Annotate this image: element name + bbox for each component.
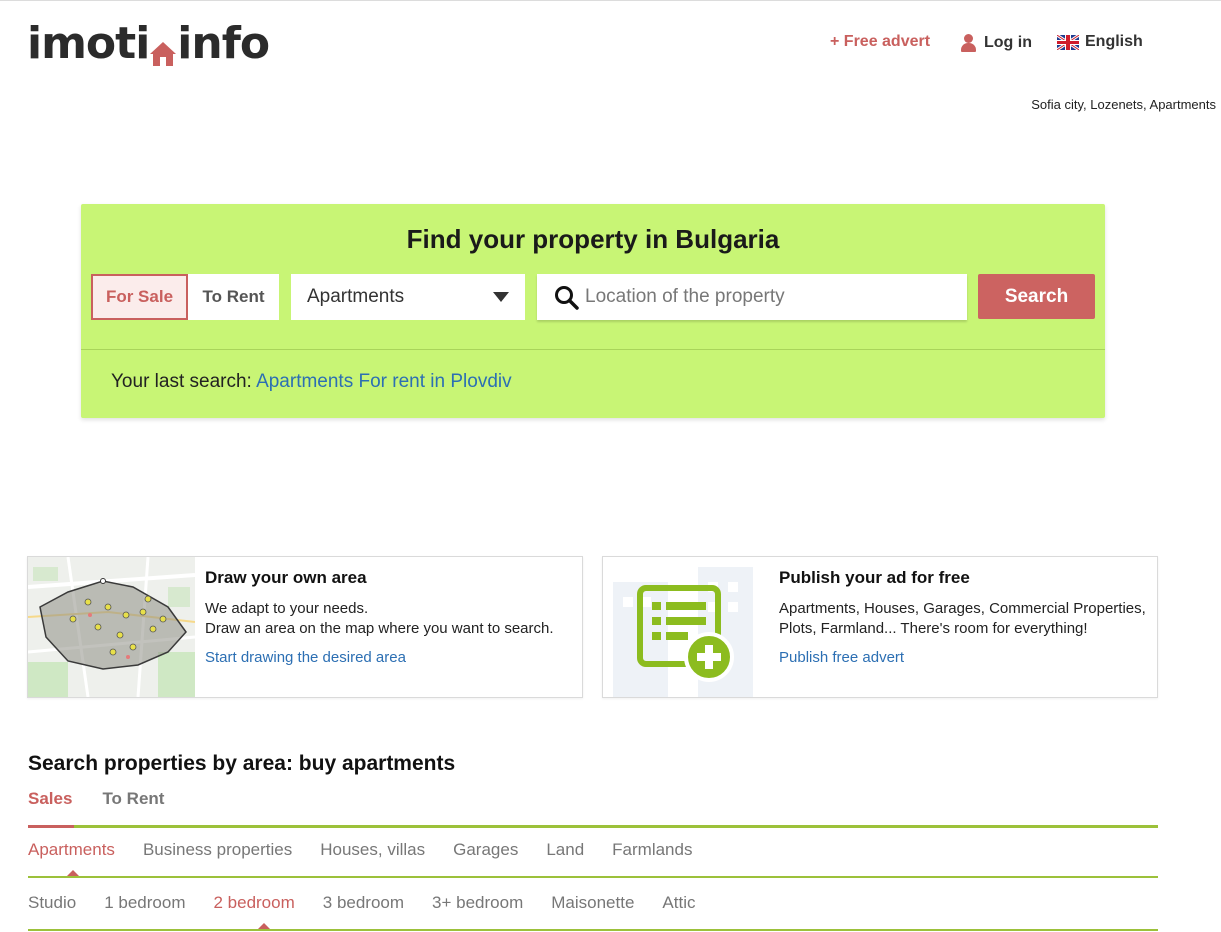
house-icon bbox=[150, 36, 177, 66]
tab-to-rent[interactable]: To Rent bbox=[188, 274, 279, 320]
last-search-label: Your last search: bbox=[111, 371, 252, 392]
language-selector[interactable]: English bbox=[1057, 33, 1143, 51]
tab-for-sale[interactable]: For Sale bbox=[91, 274, 188, 320]
search-icon bbox=[555, 286, 579, 310]
draw-area-line2: Draw an area on the map where you want t… bbox=[205, 620, 554, 637]
room-3-bedroom[interactable]: 3 bedroom bbox=[323, 893, 404, 913]
room-maisonette[interactable]: Maisonette bbox=[551, 893, 634, 913]
breadcrumb[interactable]: Sofia city, Lozenets, Apartments bbox=[1031, 97, 1216, 112]
property-type-select[interactable]: Apartments bbox=[291, 274, 525, 320]
uk-flag-icon bbox=[1057, 34, 1079, 50]
draw-area-line1: We adapt to your needs. bbox=[205, 600, 369, 617]
login-link[interactable]: Log in bbox=[960, 33, 1032, 52]
property-type-row: Apartments Business properties Houses, v… bbox=[28, 840, 720, 860]
search-button[interactable]: Search bbox=[978, 274, 1095, 319]
login-label: Log in bbox=[984, 33, 1032, 51]
type-apartments[interactable]: Apartments bbox=[28, 840, 115, 860]
room-studio[interactable]: Studio bbox=[28, 893, 76, 913]
room-3plus-bedroom[interactable]: 3+ bedroom bbox=[432, 893, 523, 913]
property-type-value: Apartments bbox=[307, 286, 405, 307]
site-logo[interactable]: imoti info bbox=[27, 18, 270, 69]
tab-sales[interactable]: Sales bbox=[28, 789, 72, 809]
type-business-properties[interactable]: Business properties bbox=[143, 840, 292, 860]
free-advert-link[interactable]: + Free advert bbox=[830, 33, 930, 51]
map-thumbnail[interactable] bbox=[28, 557, 195, 697]
publish-illustration bbox=[603, 557, 762, 697]
mode-selected-indicator bbox=[28, 825, 74, 828]
room-selected-pointer bbox=[258, 923, 270, 929]
search-divider bbox=[81, 349, 1105, 350]
draw-area-title: Draw your own area bbox=[205, 568, 367, 587]
deal-type-tabs: For Sale To Rent bbox=[91, 274, 279, 320]
user-icon bbox=[960, 33, 977, 52]
start-drawing-link[interactable]: Start drawing the desired area bbox=[205, 649, 575, 666]
last-search: Your last search: Apartments For rent in… bbox=[111, 371, 512, 393]
room-type-row: Studio 1 bedroom 2 bedroom 3 bedroom 3+ … bbox=[28, 893, 723, 913]
search-panel: Find your property in Bulgaria For Sale … bbox=[81, 204, 1105, 418]
tab-to-rent-area[interactable]: To Rent bbox=[102, 789, 164, 809]
room-2-bedroom[interactable]: 2 bedroom bbox=[213, 893, 294, 913]
logo-text-imoti: imoti bbox=[27, 18, 150, 69]
type-land[interactable]: Land bbox=[546, 840, 584, 860]
apartments-selected-pointer bbox=[67, 870, 79, 876]
type-houses-villas[interactable]: Houses, villas bbox=[320, 840, 425, 860]
property-type-divider bbox=[28, 876, 1158, 878]
language-label: English bbox=[1085, 33, 1143, 50]
location-input[interactable] bbox=[585, 274, 955, 320]
room-attic[interactable]: Attic bbox=[662, 893, 695, 913]
logo-text-info: info bbox=[177, 18, 270, 69]
location-field bbox=[537, 274, 967, 320]
map-image bbox=[28, 557, 195, 697]
caret-down-icon bbox=[493, 292, 509, 302]
publish-ad-description: Apartments, Houses, Garages, Commercial … bbox=[779, 600, 1146, 637]
mode-tabs: Sales To Rent bbox=[28, 789, 194, 809]
type-garages[interactable]: Garages bbox=[453, 840, 518, 860]
room-type-divider bbox=[28, 929, 1158, 931]
last-search-link[interactable]: Apartments For rent in Plovdiv bbox=[256, 371, 512, 392]
area-section-title: Search properties by area: buy apartment… bbox=[28, 752, 456, 775]
draw-area-text: Draw your own area We adapt to your need… bbox=[205, 568, 575, 666]
publish-free-advert-link[interactable]: Publish free advert bbox=[779, 649, 1149, 666]
top-border bbox=[0, 0, 1221, 1]
search-title: Find your property in Bulgaria bbox=[406, 224, 780, 254]
type-farmlands[interactable]: Farmlands bbox=[612, 840, 692, 860]
publish-ad-title: Publish your ad for free bbox=[779, 568, 970, 587]
mode-tabs-underline bbox=[28, 825, 1158, 828]
publish-ad-text: Publish your ad for free Apartments, Hou… bbox=[779, 568, 1149, 666]
draw-area-card: Draw your own area We adapt to your need… bbox=[27, 556, 583, 698]
room-1-bedroom[interactable]: 1 bedroom bbox=[104, 893, 185, 913]
publish-ad-card: Publish your ad for free Apartments, Hou… bbox=[602, 556, 1158, 698]
publish-thumbnail[interactable] bbox=[603, 557, 762, 697]
